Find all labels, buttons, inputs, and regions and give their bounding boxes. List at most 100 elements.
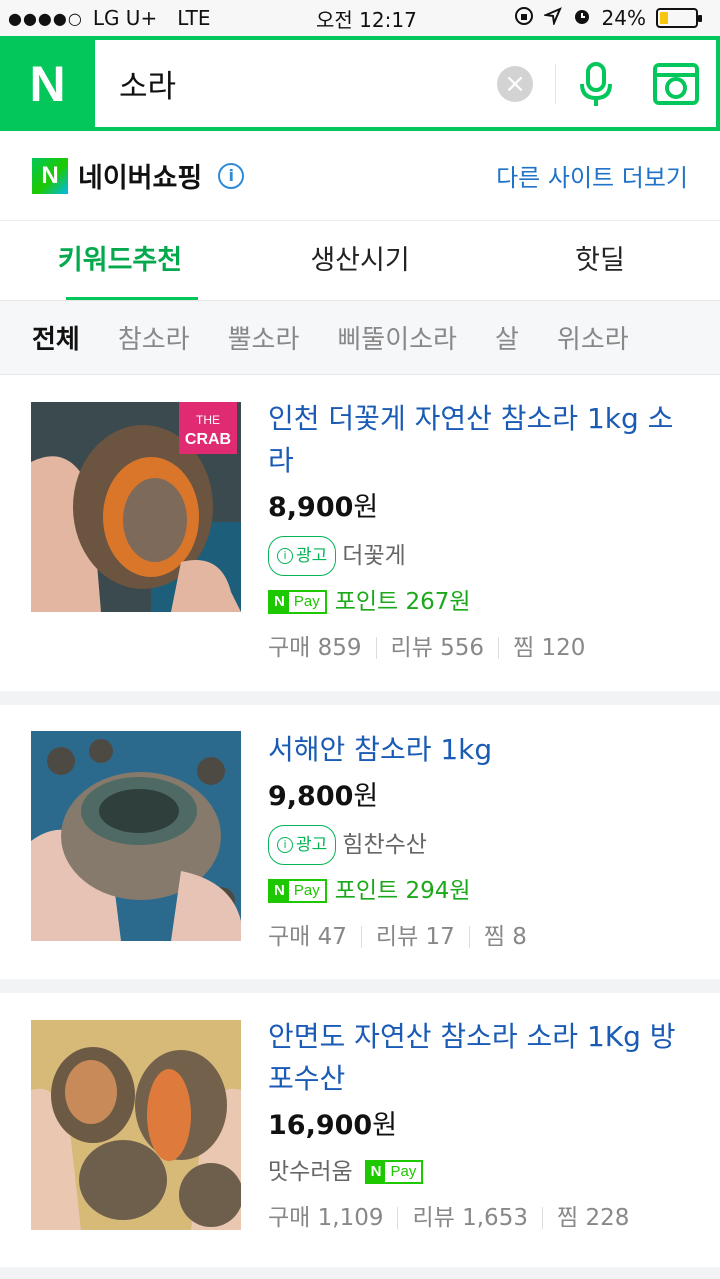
product-title[interactable]: 서해안 참소라 1kg [268, 729, 688, 771]
product-stats: 구매 1,109 리뷰 1,653 찜 228 [268, 1200, 688, 1236]
battery-icon [656, 8, 702, 28]
npay-row: N Pay 포인트 294원 [268, 873, 688, 909]
battery-percent: 24% [601, 6, 646, 30]
wish-count: 찜 228 [556, 1205, 630, 1231]
camera-lens-icon [653, 62, 699, 105]
conch-photo-3 [31, 1020, 241, 1230]
status-left: ●●●●○ LG U+ LTE [8, 6, 210, 30]
product-price: 16,900원 [268, 1106, 688, 1146]
tab-season[interactable]: 생산시기 [240, 221, 480, 300]
clear-search-button[interactable]: × [497, 65, 533, 102]
product-card[interactable]: THE CRAB 인천 더꽃게 자연산 참소라 1kg 소라 8,900원 i광… [0, 375, 720, 691]
product-info: 안면도 자연산 참소라 소라 1Kg 방포수산 16,900원 맛수러움 N Pa… [268, 1016, 688, 1236]
ad-label: 광고 [296, 835, 328, 855]
filter-ppittulisora[interactable]: 삐뚤이소라 [337, 319, 457, 356]
divider [498, 637, 500, 659]
seller-row: i 광고 더꽃게 [268, 536, 688, 576]
tab-bar: 키워드추천 생산시기 핫딜 [0, 221, 720, 301]
keyword-filter-bar: 전체 참소라 뿔소라 삐뚤이소라 살 위소라 [0, 301, 720, 375]
shopping-brand-row: N 네이버쇼핑 i 다른 사이트 더보기 [0, 131, 720, 221]
seller-row: i 광고 힘찬수산 [268, 825, 688, 865]
naver-logo-button[interactable]: N [0, 36, 95, 131]
npay-text: Pay [293, 593, 320, 610]
price-value: 8,900 [268, 492, 354, 523]
filter-all[interactable]: 전체 [32, 319, 80, 356]
product-stats: 구매 859 리뷰 556 찜 120 [268, 630, 688, 666]
brand-left: N 네이버쇼핑 i [32, 156, 245, 195]
price-currency: 원 [353, 492, 379, 523]
signal-icon: ●●●●○ [8, 8, 83, 28]
product-title[interactable]: 인천 더꽃게 자연산 참소라 1kg 소라 [268, 398, 688, 482]
location-icon [541, 6, 562, 30]
tab-keyword[interactable]: 키워드추천 [0, 221, 240, 300]
lens-search-button[interactable] [636, 40, 716, 127]
network-label: LTE [177, 6, 211, 30]
tab-hotdeal[interactable]: 핫딜 [480, 221, 720, 300]
seller-name[interactable]: 더꽃게 [342, 538, 405, 574]
conch-photo-1: THE CRAB [31, 402, 241, 612]
price-value: 16,900 [268, 1110, 373, 1141]
price-currency: 원 [372, 1110, 398, 1141]
close-icon: × [504, 68, 526, 99]
thumb-badge-line1: THE [196, 413, 220, 427]
product-card[interactable]: 서해안 참소라 1kg 9,800원 i 광고 힘찬수산 N Pay 포인트 294… [0, 705, 720, 979]
points-text: 포인트 294원 [334, 878, 471, 904]
product-price: 8,900원 [268, 488, 688, 528]
status-bar: ●●●●○ LG U+ LTE 오전 12:17 24% [0, 0, 720, 36]
status-right: 24% [514, 6, 702, 31]
filter-sal[interactable]: 살 [495, 319, 519, 356]
review-count[interactable]: 리뷰 1,653 [412, 1200, 527, 1236]
npay-badge: N Pay [364, 1160, 424, 1184]
naver-logo: N [29, 55, 66, 112]
thumb-badge-line2: CRAB [185, 431, 231, 448]
filter-chamsora[interactable]: 참소라 [118, 319, 190, 356]
search-header: N 소라 × [0, 36, 720, 131]
product-title[interactable]: 안면도 자연산 참소라 소라 1Kg 방포수산 [268, 1016, 688, 1100]
npay-n: N [366, 1162, 386, 1182]
npay-n: N [270, 592, 289, 612]
points-text: 포인트 267원 [334, 589, 471, 615]
divider [360, 926, 362, 948]
divider [468, 926, 470, 948]
product-image[interactable] [31, 731, 241, 941]
ad-label: 광고 [296, 546, 328, 566]
product-price: 9,800원 [268, 777, 688, 817]
wish-count: 찜 120 [513, 635, 586, 661]
rotation-lock-icon [514, 6, 534, 31]
purchase-count: 구매 1,109 [268, 1205, 384, 1231]
brand-title[interactable]: 네이버쇼핑 [78, 156, 202, 195]
voice-search-button[interactable] [556, 40, 636, 127]
product-stats: 구매 47 리뷰 17 찜 8 [268, 919, 688, 955]
info-icon: i [277, 837, 293, 853]
search-input[interactable]: 소라 [95, 61, 497, 106]
purchase-count: 구매 859 [268, 635, 362, 661]
product-info: 인천 더꽃게 자연산 참소라 1kg 소라 8,900원 i 광고 더꽃게 N Pa… [268, 398, 688, 666]
review-count[interactable]: 리뷰 17 [376, 919, 455, 955]
divider [375, 637, 377, 659]
wish-count: 찜 8 [483, 924, 527, 950]
product-image[interactable] [31, 1020, 241, 1230]
status-time: 오전 12:17 [316, 7, 417, 32]
npay-badge: N Pay [268, 879, 327, 903]
product-card[interactable]: 안면도 자연산 참소라 소라 1Kg 방포수산 16,900원 맛수러움 N Pa… [0, 993, 720, 1267]
filter-wisora[interactable]: 위소라 [557, 319, 629, 356]
ad-badge[interactable]: i 광고 [268, 825, 337, 865]
naver-shopping-logo: N [32, 157, 68, 194]
npay-row: N Pay 포인트 267원 [268, 584, 688, 620]
search-box: 소라 × [95, 40, 716, 127]
price-currency: 원 [353, 781, 379, 812]
battery-fill [660, 12, 669, 24]
review-count[interactable]: 리뷰 556 [391, 630, 485, 666]
price-value: 9,800 [268, 781, 354, 812]
seller-name[interactable]: 맛수러움 [268, 1154, 353, 1190]
filter-ppulsora[interactable]: 뿔소라 [228, 319, 300, 356]
npay-n: N [270, 881, 289, 901]
info-icon[interactable]: i [218, 162, 245, 189]
more-sites-link[interactable]: 다른 사이트 더보기 [496, 158, 688, 193]
seller-name[interactable]: 힘찬수산 [342, 827, 427, 863]
npay-text: Pay [390, 1163, 417, 1180]
product-info: 서해안 참소라 1kg 9,800원 i 광고 힘찬수산 N Pay 포인트 294… [268, 729, 688, 955]
product-image[interactable]: THE CRAB [31, 402, 241, 612]
ad-badge[interactable]: i 광고 [268, 536, 337, 576]
carrier-label: LG U+ [92, 6, 158, 30]
